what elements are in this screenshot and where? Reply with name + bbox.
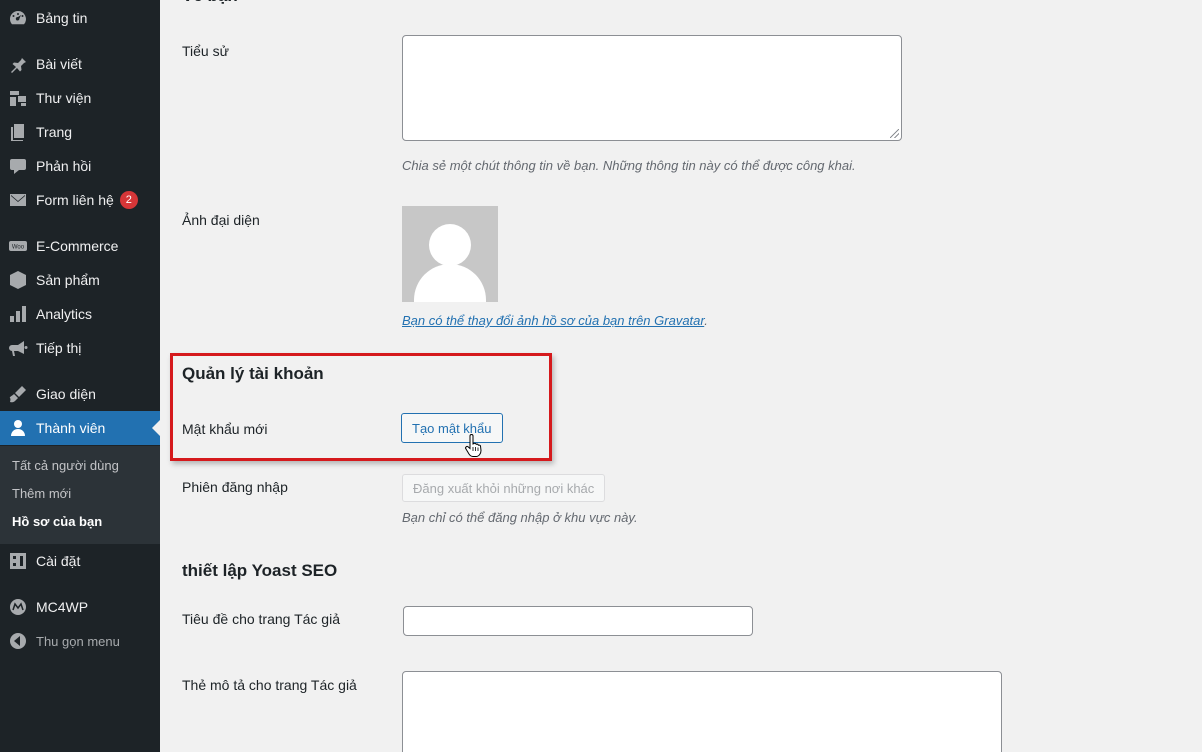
- menu-item-users[interactable]: Thành viên: [0, 411, 160, 445]
- admin-sidebar: Bảng tin Bài viết Thư viện Trang Phản hồ…: [0, 0, 160, 752]
- about-section-title-partial: Về bạn: [182, 0, 238, 6]
- menu-label: Thư viện: [36, 90, 92, 106]
- menu-item-settings[interactable]: Cài đặt: [0, 544, 160, 578]
- megaphone-icon: [0, 331, 36, 365]
- avatar-head: [429, 224, 471, 266]
- author-title-label: Tiêu đề cho trang Tác giả: [182, 611, 340, 627]
- menu-item-analytics[interactable]: Analytics: [0, 297, 160, 331]
- menu-item-comments[interactable]: Phản hồi: [0, 149, 160, 183]
- pages-icon: [0, 115, 36, 149]
- bio-label: Tiểu sử: [182, 43, 229, 59]
- menu-label: Bài viết: [36, 56, 82, 72]
- menu-label: Tiếp thị: [36, 340, 82, 356]
- gravatar-link[interactable]: Bạn có thể thay đổi ảnh hồ sơ của bạn tr…: [402, 313, 704, 328]
- media-icon: [0, 81, 36, 115]
- menu-item-media[interactable]: Thư viện: [0, 81, 160, 115]
- appearance-icon: [0, 377, 36, 411]
- author-meta-textarea[interactable]: [402, 671, 1002, 752]
- menu-item-mc4wp[interactable]: MC4WP: [0, 590, 160, 624]
- menu-label: Phản hồi: [36, 158, 92, 174]
- sessions-label: Phiên đăng nhập: [182, 479, 288, 495]
- menu-item-appearance[interactable]: Giao diện: [0, 377, 160, 411]
- users-submenu: Tất cả người dùng Thêm mới Hồ sơ của bạn: [0, 446, 160, 544]
- collapse-menu-button[interactable]: Thu gọn menu: [0, 624, 160, 658]
- collapse-icon: [0, 624, 36, 658]
- pin-icon: [0, 47, 36, 81]
- svg-text:Woo: Woo: [12, 245, 25, 251]
- menu-label: Cài đặt: [36, 553, 81, 569]
- resize-handle[interactable]: [890, 129, 899, 138]
- comments-icon: [0, 149, 36, 183]
- menu-item-dashboard[interactable]: Bảng tin: [0, 1, 160, 35]
- submenu-all-users[interactable]: Tất cả người dùng: [12, 458, 119, 473]
- menu-item-contact-form[interactable]: Form liên hệ 2: [0, 183, 160, 217]
- menu-item-marketing[interactable]: Tiếp thị: [0, 331, 160, 365]
- bio-description: Chia sẻ một chút thông tin về bạn. Những…: [402, 158, 856, 173]
- menu-label: Sản phẩm: [36, 272, 100, 288]
- sessions-description: Bạn chỉ có thể đăng nhập ở khu vực này.: [402, 510, 638, 525]
- menu-label: Giao diện: [36, 386, 96, 402]
- avatar-image: [402, 206, 498, 302]
- menu-item-posts[interactable]: Bài viết: [0, 47, 160, 81]
- menu-label: Bảng tin: [36, 10, 88, 26]
- highlight-annotation-box: [170, 353, 552, 461]
- notification-badge: 2: [119, 191, 138, 209]
- menu-item-pages[interactable]: Trang: [0, 115, 160, 149]
- collapse-label: Thu gọn menu: [36, 633, 120, 649]
- menu-label: Form liên hệ: [36, 192, 114, 208]
- avatar-body: [414, 264, 486, 302]
- menu-label: Trang: [36, 124, 73, 140]
- logout-everywhere-button: Đăng xuất khỏi những nơi khác: [402, 474, 606, 502]
- menu-item-products[interactable]: Sản phẩm: [0, 263, 160, 297]
- mail-icon: [0, 183, 36, 217]
- menu-item-ecommerce[interactable]: Woo E-Commerce: [0, 229, 160, 263]
- menu-label: MC4WP: [36, 599, 89, 615]
- menu-label: E-Commerce: [36, 238, 119, 254]
- settings-icon: [0, 544, 36, 578]
- submenu-add-new[interactable]: Thêm mới: [12, 486, 71, 501]
- gravatar-line: Bạn có thể thay đổi ảnh hồ sơ của bạn tr…: [402, 313, 708, 328]
- dashboard-icon: [0, 1, 36, 35]
- bio-textarea[interactable]: [402, 35, 902, 141]
- profile-content: Về bạn Tiểu sử Chia sẻ một chút thông ti…: [160, 0, 1202, 752]
- woo-icon: Woo: [0, 229, 36, 263]
- yoast-section-title: thiết lập Yoast SEO: [182, 561, 338, 580]
- products-icon: [0, 263, 36, 297]
- menu-label: Analytics: [36, 306, 93, 322]
- author-meta-label: Thẻ mô tả cho trang Tác giả: [182, 677, 357, 693]
- users-icon: [0, 411, 36, 445]
- author-title-input[interactable]: [403, 606, 753, 636]
- mc4wp-icon: [0, 590, 36, 624]
- analytics-icon: [0, 297, 36, 331]
- avatar-label: Ảnh đại diện: [182, 212, 260, 228]
- submenu-your-profile[interactable]: Hồ sơ của bạn: [12, 514, 102, 529]
- hand-cursor-icon: [465, 434, 482, 457]
- menu-label: Thành viên: [36, 420, 106, 436]
